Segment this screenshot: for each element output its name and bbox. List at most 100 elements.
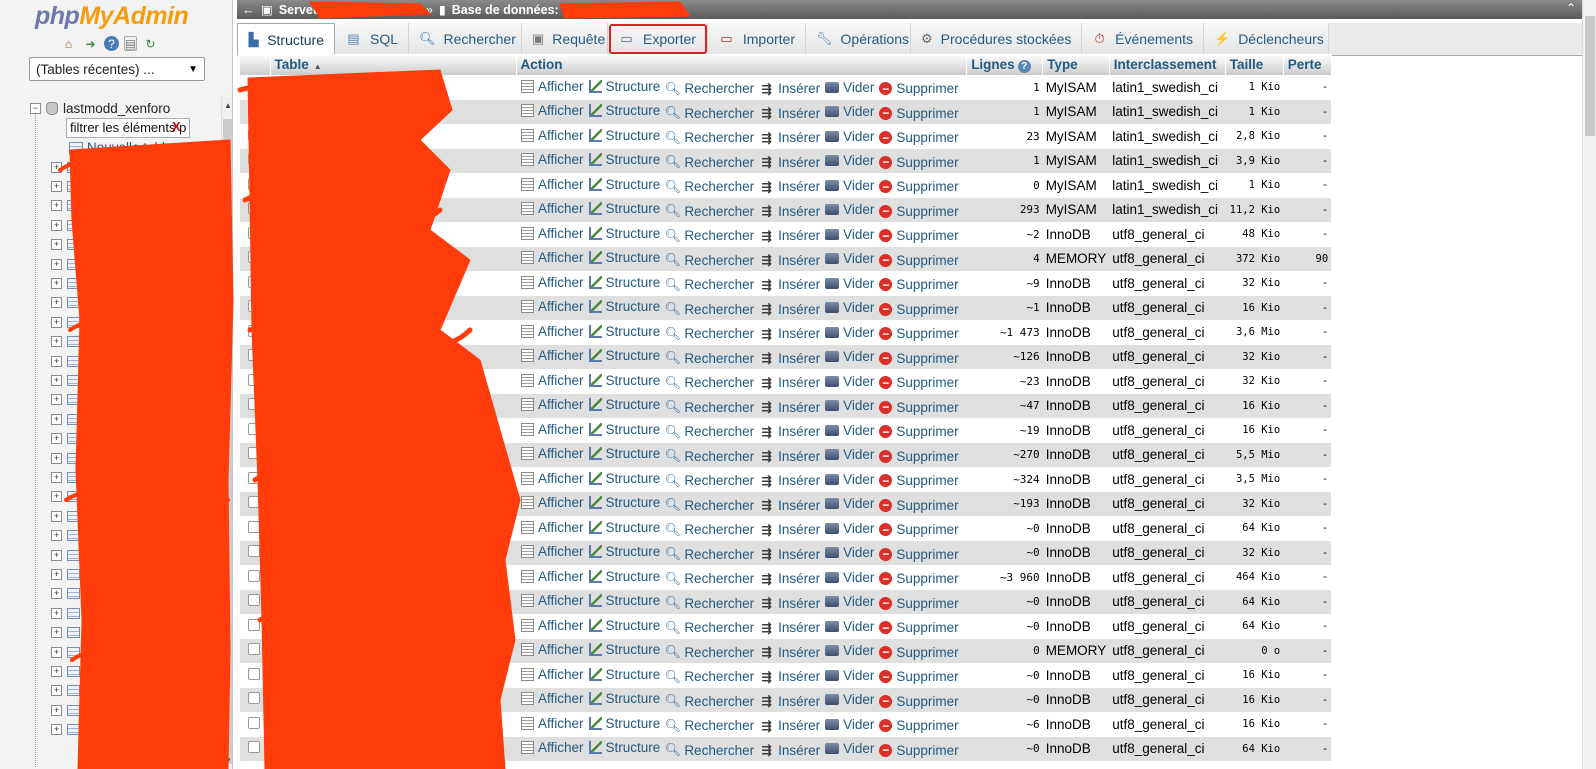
insert-action[interactable]: ⇶ Insérer [759,81,821,96]
structure-action[interactable]: Structure [588,495,660,510]
tree-table-item[interactable]: + [51,432,80,446]
tree-table-item[interactable]: + [51,645,80,659]
row-checkbox[interactable] [248,128,260,141]
tree-table-item[interactable]: + [51,276,80,290]
table-name-cell[interactable] [270,663,516,688]
drop-action[interactable]: − Supprimer [879,620,959,635]
breadcrumb-database[interactable]: Base de données: lastmodd_xenforo [452,3,671,17]
table-name-cell[interactable] [270,124,516,149]
browse-action[interactable]: Afficher [521,618,584,633]
insert-action[interactable]: ⇶ Insérer [759,351,821,366]
main-scrollbar-thumb[interactable] [1585,16,1595,136]
tree-table-item[interactable]: + [51,296,80,310]
structure-action[interactable]: Structure [588,593,660,608]
expand-icon[interactable]: + [51,568,62,580]
structure-action[interactable]: Structure [588,226,660,241]
search-action[interactable]: 🔍︎ Rechercher [665,424,755,440]
table-name-cell[interactable] [270,320,516,345]
database-node[interactable]: − lastmodd_xenforo [30,101,170,116]
search-action[interactable]: 🔍︎ Rechercher [665,350,755,366]
structure-action[interactable]: Structure [588,275,660,290]
tree-table-item[interactable]: + [51,218,80,232]
expand-icon[interactable]: + [51,277,62,289]
row-checkbox[interactable] [248,177,260,190]
col-collation-header[interactable]: Interclassement [1109,54,1226,75]
browse-action[interactable]: Afficher [521,446,584,461]
row-checkbox[interactable] [248,79,260,92]
drop-action[interactable]: − Supprimer [879,571,959,586]
empty-action[interactable]: Vider [825,349,874,364]
empty-action[interactable]: Vider [825,472,874,487]
drop-action[interactable]: − Supprimer [879,718,959,733]
expand-icon[interactable]: + [51,161,62,173]
row-checkbox[interactable] [248,447,260,460]
expand-icon[interactable]: + [51,588,62,600]
search-action[interactable]: 🔍︎ Rechercher [665,718,755,734]
tab-operations[interactable]: 🔧︎ Opérations [806,23,911,55]
insert-action[interactable]: ⇶ Insérer [759,228,821,243]
expand-icon[interactable]: + [51,452,62,464]
row-checkbox[interactable] [248,275,260,288]
search-action[interactable]: 🔍︎ Rechercher [665,326,755,342]
expand-icon[interactable]: + [51,510,62,522]
empty-action[interactable]: Vider [825,374,874,389]
tree-table-item[interactable]: + [51,238,80,252]
expand-icon[interactable]: + [51,336,62,348]
browse-action[interactable]: Afficher [521,299,584,314]
browse-action[interactable]: Afficher [521,422,584,437]
structure-action[interactable]: Structure [588,691,660,706]
drop-action[interactable]: − Supprimer [879,596,959,611]
search-action[interactable]: 🔍︎ Rechercher [665,595,755,611]
tab-requete[interactable]: ▣ Requête [522,23,608,55]
insert-action[interactable]: ⇶ Insérer [759,522,821,537]
tab-importer[interactable]: ▭ Importer [708,23,806,55]
browse-action[interactable]: Afficher [521,226,584,241]
back-arrow-icon[interactable]: ← [242,2,255,17]
row-checkbox[interactable] [248,692,260,705]
row-checkbox[interactable] [248,471,260,484]
database-name[interactable]: lastmodd_xenforo [63,101,170,116]
search-action[interactable]: 🔍︎ Rechercher [665,203,755,219]
tree-table-item[interactable]: + [51,684,80,698]
insert-action[interactable]: ⇶ Insérer [759,204,821,219]
browse-action[interactable]: Afficher [521,471,584,486]
structure-action[interactable]: Structure [588,103,660,118]
empty-action[interactable]: Vider [825,545,874,560]
tree-table-item[interactable]: + [51,451,80,465]
home-icon[interactable]: ⌂ [60,36,77,51]
col-size-header[interactable]: Taille [1225,54,1284,75]
search-action[interactable]: 🔍︎ Rechercher [665,546,755,562]
col-rows-header[interactable]: Lignes? [966,54,1044,75]
table-name-cell[interactable] [270,442,516,467]
empty-action[interactable]: Vider [825,129,874,144]
tree-table-item[interactable]: + [51,335,80,349]
structure-action[interactable]: Structure [588,569,660,584]
browse-action[interactable]: Afficher [521,348,584,363]
structure-action[interactable]: Structure [588,128,660,143]
row-checkbox[interactable] [248,716,260,729]
insert-action[interactable]: ⇶ Insérer [759,424,821,439]
browse-action[interactable]: Afficher [521,152,584,167]
expand-icon[interactable]: + [51,607,62,619]
structure-action[interactable]: Structure [588,397,660,412]
table-name-cell[interactable] [270,638,516,663]
insert-action[interactable]: ⇶ Insérer [759,498,821,513]
insert-action[interactable]: ⇶ Insérer [759,449,821,464]
tree-table-item[interactable]: + [51,548,80,562]
structure-action[interactable]: Structure [588,618,660,633]
tree-table-item[interactable]: + [51,529,80,543]
reload-icon[interactable]: ↻ [142,36,159,51]
new-table-link[interactable]: Nouvelle table [69,140,173,155]
search-action[interactable]: 🔍︎ Rechercher [665,130,755,146]
logout-icon[interactable]: ➜ [82,36,99,51]
search-action[interactable]: 🔍︎ Rechercher [665,179,755,195]
browse-action[interactable]: Afficher [521,79,584,94]
drop-action[interactable]: − Supprimer [879,277,959,292]
expand-icon[interactable]: + [51,355,62,367]
browse-action[interactable]: Afficher [521,177,584,192]
search-action[interactable]: 🔍︎ Rechercher [665,473,755,489]
row-checkbox[interactable] [248,324,260,337]
insert-action[interactable]: ⇶ Insérer [759,743,821,758]
table-name-cell[interactable] [270,344,516,369]
tree-table-item[interactable]: + [51,490,80,504]
